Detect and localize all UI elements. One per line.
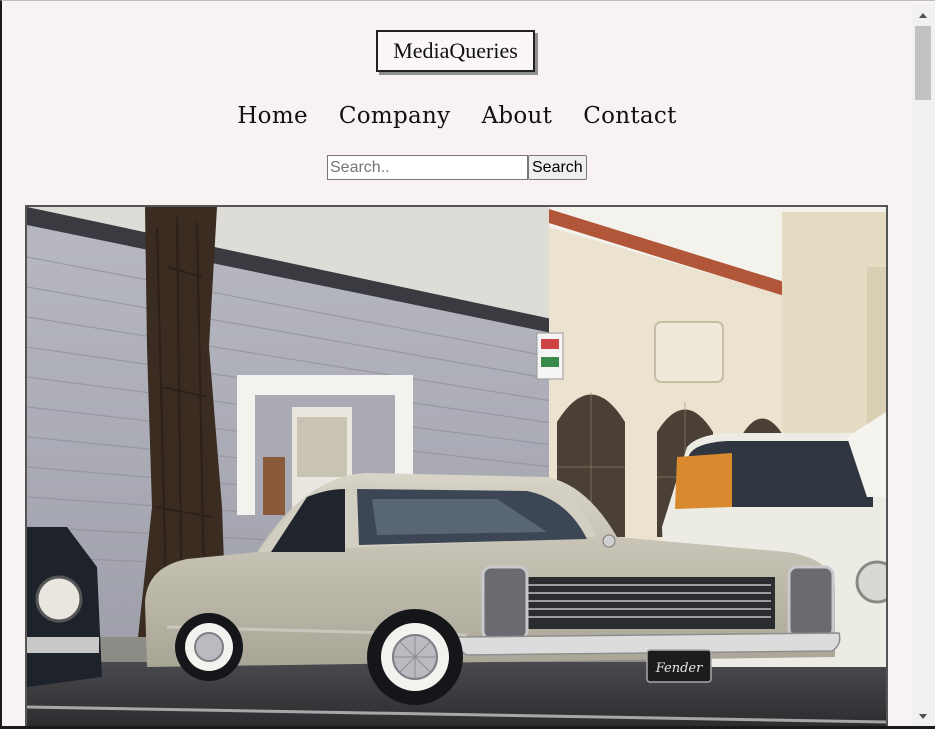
dark-car-headlight: [35, 575, 83, 623]
scroll-thumb[interactable]: [915, 26, 931, 100]
search-form: Search: [327, 155, 587, 180]
nav-item-about[interactable]: About: [481, 99, 552, 133]
hero-image: Fender: [25, 205, 888, 726]
search-button[interactable]: Search: [528, 155, 587, 180]
right-headlight-pod: [787, 565, 835, 639]
browser-window: MediaQueries Home Company About Contact …: [0, 0, 935, 729]
truck-orange-interior: [675, 453, 732, 509]
nav-item-company[interactable]: Company: [339, 99, 451, 133]
parking-sign-red: [541, 339, 559, 349]
nav-item-contact[interactable]: Contact: [583, 99, 676, 133]
page-viewport: MediaQueries Home Company About Contact …: [2, 4, 912, 726]
truck-headlight: [855, 560, 886, 604]
building-plaque: [654, 321, 724, 383]
nav-item-home[interactable]: Home: [237, 99, 308, 133]
vertical-scrollbar[interactable]: [912, 4, 934, 726]
dark-car-bumper: [27, 637, 99, 653]
parking-sign-green: [541, 357, 559, 367]
scroll-up-arrow-icon[interactable]: [912, 7, 934, 24]
site-logo: MediaQueries: [376, 30, 535, 72]
site-logo-text: MediaQueries: [393, 38, 518, 63]
main-nav: Home Company About Contact: [2, 99, 912, 133]
left-headlight-pod: [481, 565, 529, 641]
hero-photo-illustration: Fender: [27, 207, 886, 726]
window-glass: [297, 417, 347, 477]
rear-wire-wheel: [194, 632, 224, 662]
front-wheel-spokes: [393, 635, 437, 679]
side-mirror: [602, 534, 616, 548]
wooden-door: [263, 457, 285, 515]
scroll-down-arrow-icon[interactable]: [912, 708, 934, 725]
license-plate-text: Fender: [655, 661, 703, 676]
search-input[interactable]: [327, 155, 528, 180]
